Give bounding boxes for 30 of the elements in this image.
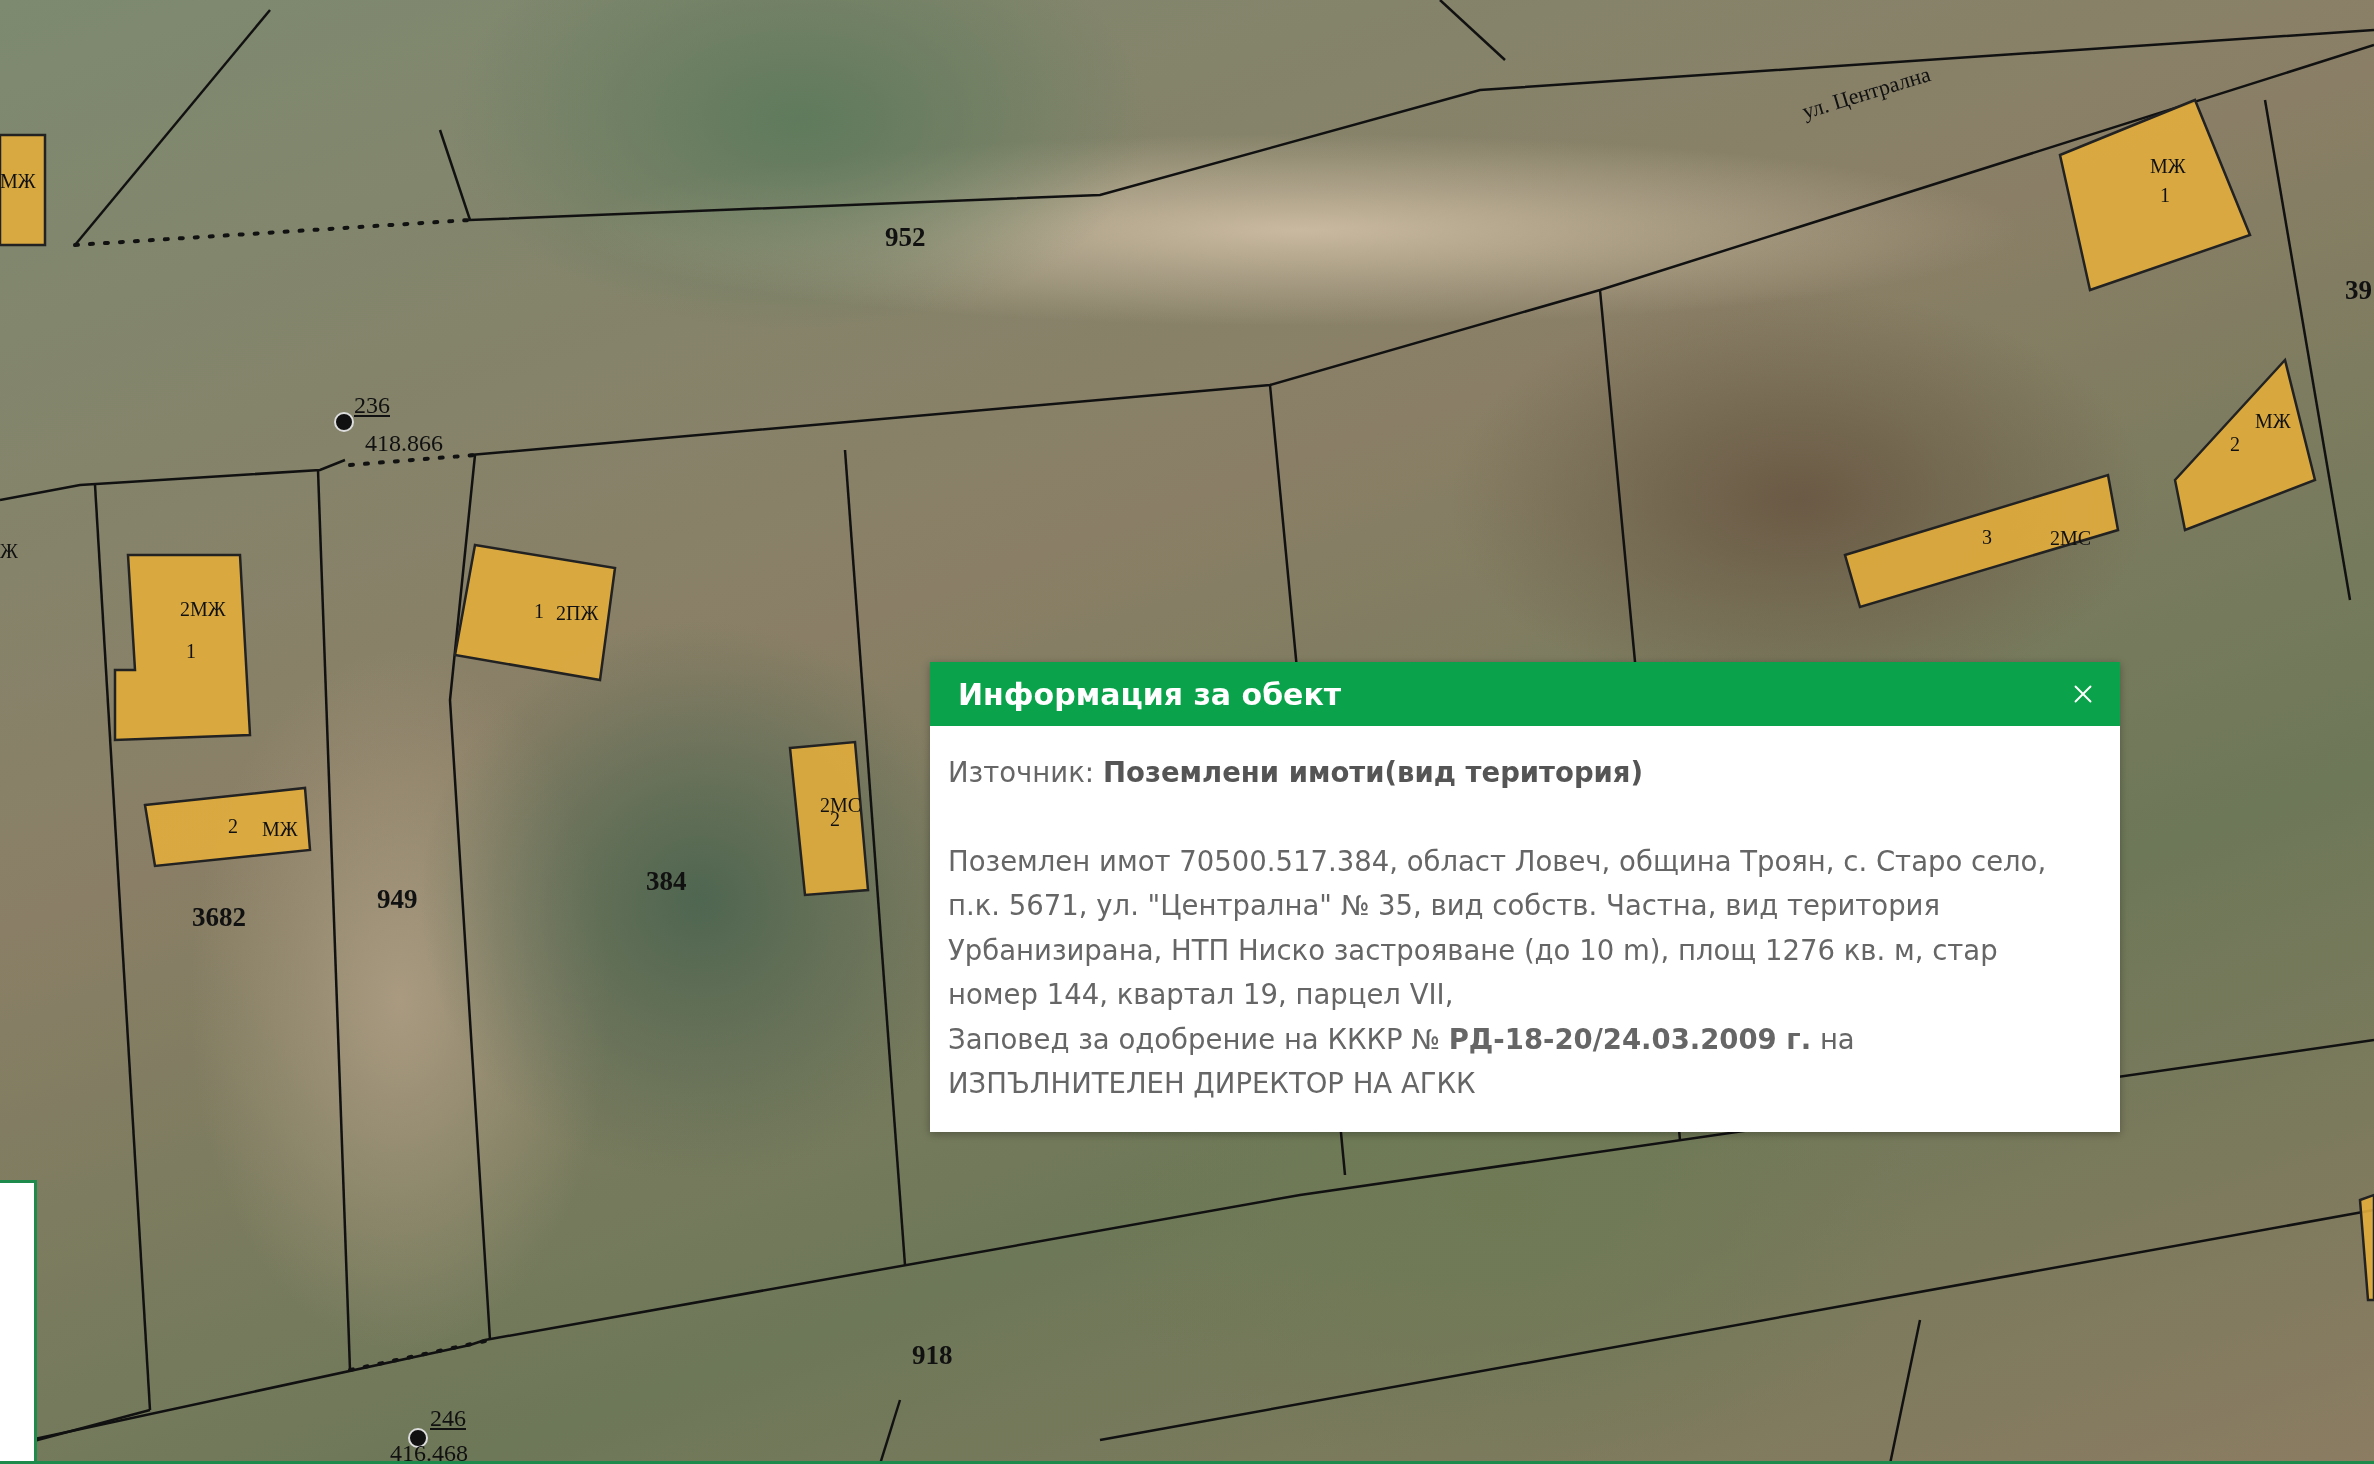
building-label: 1	[534, 600, 544, 623]
elevation-label: 416.468	[390, 1440, 468, 1464]
building-label: 2МС	[2050, 527, 2092, 550]
building-label: 2ПЖ	[556, 602, 599, 625]
building-label: 1	[2160, 184, 2170, 207]
source-label: Източник:	[948, 755, 1094, 790]
building-label: 2	[2230, 433, 2240, 456]
parcel-number: 3682	[192, 902, 246, 933]
survey-point-icon	[334, 412, 354, 432]
parcel-number: 39	[2345, 275, 2372, 306]
building-label: Ж	[0, 540, 18, 563]
parcel-number: 952	[885, 222, 926, 253]
popup-title: Информация за обект	[958, 676, 1342, 712]
building-label: 3	[1982, 526, 1992, 549]
building-label: МЖ	[2150, 155, 2186, 178]
building-label: 1	[186, 640, 196, 663]
point-number: 236	[354, 392, 390, 419]
building-label: 2	[228, 815, 238, 838]
approval-order-text: Заповед за одобрение на КККР № РД-18-20/24.03.2009 г. на ИЗПЪЛНИТЕЛЕН ДИРЕКТОР НА АГКК	[948, 1021, 1856, 1101]
source-value: Поземлени имоти(вид територия)	[1103, 755, 1644, 790]
building-label: МЖ	[262, 818, 298, 841]
parcel-number: 949	[377, 884, 418, 915]
parcel-boundary-line	[878, 1399, 902, 1464]
parcel-number: 918	[912, 1340, 953, 1371]
building-label: МЖ	[2255, 410, 2291, 433]
survey-point-icon	[408, 1428, 428, 1448]
building-label: 2МЖ	[180, 598, 226, 621]
point-number: 246	[430, 1405, 466, 1432]
parcel-number: 384	[646, 866, 687, 897]
elevation-label: 418.866	[365, 430, 443, 457]
